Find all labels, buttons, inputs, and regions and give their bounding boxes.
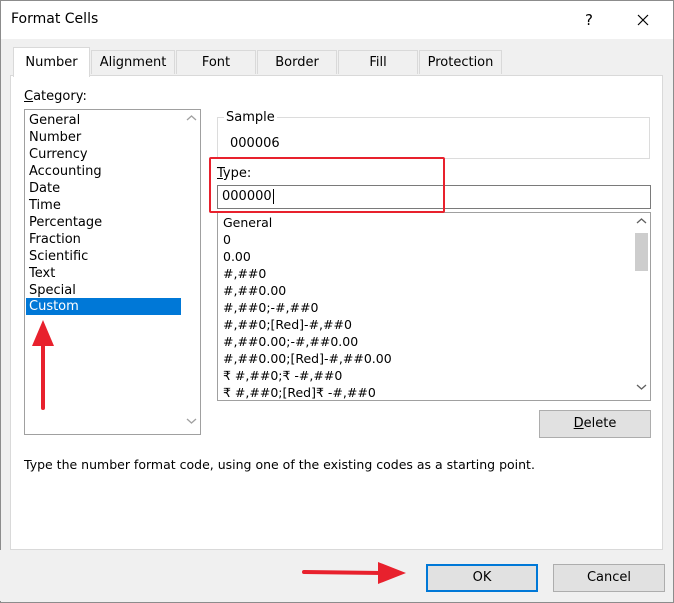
- tab-fill[interactable]: Fill: [338, 50, 418, 74]
- category-item-time[interactable]: Time: [29, 197, 61, 214]
- format-item[interactable]: ₹ #,##0;₹ -#,##0: [223, 367, 342, 384]
- format-item[interactable]: 0.00: [223, 248, 251, 265]
- cancel-button[interactable]: Cancel: [553, 564, 665, 592]
- help-button[interactable]: ?: [572, 7, 606, 33]
- scroll-up-icon[interactable]: [183, 112, 200, 129]
- format-item[interactable]: ₹ #,##0;[Red]₹ -#,##0: [223, 384, 376, 400]
- type-field-highlight: [209, 157, 445, 213]
- tab-font[interactable]: Font: [176, 50, 256, 74]
- category-item-accounting[interactable]: Accounting: [29, 163, 102, 180]
- scroll-up-icon[interactable]: [633, 215, 650, 232]
- format-item[interactable]: #,##0: [223, 265, 266, 282]
- format-item[interactable]: #,##0.00: [223, 282, 286, 299]
- sample-value: 000006: [230, 136, 280, 151]
- category-item-general[interactable]: General: [29, 112, 80, 129]
- category-item-scientific[interactable]: Scientific: [29, 248, 88, 265]
- title-bar: Format Cells ?: [1, 1, 673, 39]
- category-item-text[interactable]: Text: [29, 265, 55, 282]
- scroll-thumb[interactable]: [635, 233, 648, 271]
- category-item-percentage[interactable]: Percentage: [29, 214, 102, 231]
- category-item-currency[interactable]: Currency: [29, 146, 88, 163]
- format-item[interactable]: #,##0;-#,##0: [223, 299, 318, 316]
- category-item-fraction[interactable]: Fraction: [29, 231, 81, 248]
- help-icon: ?: [585, 11, 593, 29]
- category-item-number[interactable]: Number: [29, 129, 81, 146]
- format-item[interactable]: #,##0.00;[Red]-#,##0.00: [223, 350, 392, 367]
- ok-button[interactable]: OK: [426, 564, 538, 592]
- scroll-down-icon[interactable]: [633, 381, 650, 398]
- format-item[interactable]: 0: [223, 231, 231, 248]
- close-icon: [637, 14, 649, 26]
- category-item-date[interactable]: Date: [29, 180, 60, 197]
- category-item-special[interactable]: Special: [29, 282, 76, 299]
- tab-border[interactable]: Border: [257, 50, 337, 74]
- format-list-scrollbar[interactable]: [633, 213, 650, 400]
- sample-group: [217, 117, 650, 159]
- format-item[interactable]: General: [223, 214, 272, 231]
- close-button[interactable]: [623, 7, 663, 33]
- sample-label: Sample: [224, 110, 277, 125]
- tab-protection[interactable]: Protection: [419, 50, 502, 74]
- format-item[interactable]: #,##0;[Red]-#,##0: [223, 316, 352, 333]
- category-label: Category:: [24, 89, 87, 104]
- format-code-list[interactable]: General 0 0.00 #,##0 #,##0.00 #,##0;-#,#…: [217, 212, 651, 401]
- tab-alignment[interactable]: Alignment: [91, 50, 175, 74]
- category-scrollbar[interactable]: [183, 110, 200, 434]
- tab-number[interactable]: Number: [13, 47, 90, 77]
- format-description: Type the number format code, using one o…: [24, 457, 535, 472]
- category-item-custom[interactable]: Custom: [26, 298, 181, 315]
- scroll-down-icon[interactable]: [183, 415, 200, 432]
- dialog-title: Format Cells: [11, 11, 99, 27]
- delete-button[interactable]: Delete: [539, 410, 651, 438]
- format-item[interactable]: #,##0.00;-#,##0.00: [223, 333, 358, 350]
- up-arrow-annotation-icon: [32, 320, 54, 410]
- right-arrow-annotation-icon: [302, 562, 406, 584]
